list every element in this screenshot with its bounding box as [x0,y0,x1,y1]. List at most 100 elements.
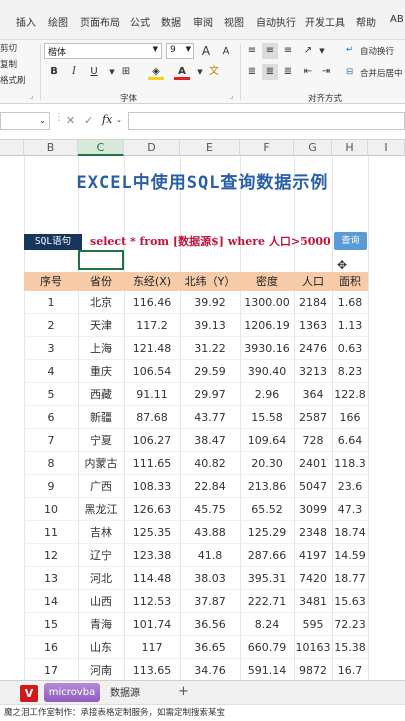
cell-area[interactable]: 16.7 [332,659,368,680]
cell-population[interactable]: 10163 [294,636,332,659]
font-color-icon[interactable]: A [174,64,190,80]
menu-draw[interactable]: 绘图 [48,14,68,29]
cell-population[interactable]: 5047 [294,475,332,498]
query-button[interactable]: 查询 [334,232,367,250]
cell-density[interactable]: 125.29 [240,521,294,544]
cell-longitude[interactable]: 113.65 [124,659,180,680]
cell-latitude[interactable]: 29.97 [180,383,240,406]
fill-color-icon[interactable]: ◈ [148,64,164,80]
cell-latitude[interactable]: 22.84 [180,475,240,498]
table-row[interactable]: 7 宁夏 106.27 38.47 109.64 728 6.64 [24,429,368,452]
cell-area[interactable]: 0.63 [332,337,368,360]
cell-population[interactable]: 2587 [294,406,332,429]
cell-latitude[interactable]: 31.22 [180,337,240,360]
table-row[interactable]: 6 新疆 87.68 43.77 15.58 2587 166 [24,406,368,429]
cell-latitude[interactable]: 38.03 [180,567,240,590]
cell-longitude[interactable]: 121.48 [124,337,180,360]
cell-density[interactable]: 65.52 [240,498,294,521]
cell-province[interactable]: 广西 [78,475,124,498]
merge-center-button[interactable]: 合并后居中 [360,67,403,79]
cell-area[interactable]: 1.13 [332,314,368,337]
cell-area[interactable]: 14.59 [332,544,368,567]
cell-longitude[interactable]: 126.63 [124,498,180,521]
cell-area[interactable]: 122.8 [332,383,368,406]
cell-province[interactable]: 吉林 [78,521,124,544]
copy-button[interactable]: 复制 [0,58,17,70]
cell-density[interactable]: 222.71 [240,590,294,613]
cell-province[interactable]: 河北 [78,567,124,590]
cell-index[interactable]: 2 [24,314,78,337]
column-header-i[interactable]: I [368,140,405,156]
shrink-font-icon[interactable]: A [218,44,234,60]
cell-density[interactable]: 390.40 [240,360,294,383]
cell-province[interactable]: 内蒙古 [78,452,124,475]
menu-review[interactable]: 审阅 [193,14,213,29]
cell-longitude[interactable]: 112.53 [124,590,180,613]
cell-longitude[interactable]: 114.48 [124,567,180,590]
cell-area[interactable]: 18.77 [332,567,368,590]
cell-density[interactable]: 591.14 [240,659,294,680]
grow-font-icon[interactable]: A [198,43,214,59]
cell-area[interactable]: 18.74 [332,521,368,544]
column-header-f[interactable]: F [240,140,294,156]
menu-data[interactable]: 数据 [161,14,181,29]
font-name-select[interactable]: 楷体 ▼ [44,43,162,59]
cell-latitude[interactable]: 45.75 [180,498,240,521]
cell-density[interactable]: 8.24 [240,613,294,636]
cell-latitude[interactable]: 41.8 [180,544,240,567]
table-row[interactable]: 3 上海 121.48 31.22 3930.16 2476 0.63 [24,337,368,360]
cell-population[interactable]: 1363 [294,314,332,337]
cell-latitude[interactable]: 39.13 [180,314,240,337]
table-row[interactable]: 1 北京 116.46 39.92 1300.00 2184 1.68 [24,291,368,314]
menu-help[interactable]: 帮助 [356,14,376,29]
sheet-tab-microvba[interactable]: microvba [44,683,100,702]
cell-index[interactable]: 14 [24,590,78,613]
merge-center-icon[interactable]: ⊟ [346,67,353,77]
cell-index[interactable]: 6 [24,406,78,429]
cell-province[interactable]: 宁夏 [78,429,124,452]
sheet-tab-datasource[interactable]: 数据源 [110,685,140,702]
cell-density[interactable]: 3930.16 [240,337,294,360]
cell-density[interactable]: 213.86 [240,475,294,498]
align-top-icon[interactable]: ≡ [244,43,260,59]
cell-area[interactable]: 166 [332,406,368,429]
cell-latitude[interactable]: 38.47 [180,429,240,452]
insert-function-icon[interactable]: fx [102,113,112,126]
decrease-indent-icon[interactable]: ⇤ [300,64,316,80]
cell-latitude[interactable]: 34.76 [180,659,240,680]
name-box[interactable]: ⌄ [0,112,50,130]
cell-province[interactable]: 山东 [78,636,124,659]
table-row[interactable]: 13 河北 114.48 38.03 395.31 7420 18.77 [24,567,368,590]
cell-longitude[interactable]: 116.46 [124,291,180,314]
cell-density[interactable]: 660.79 [240,636,294,659]
cell-density[interactable]: 15.58 [240,406,294,429]
cell-area[interactable]: 15.63 [332,590,368,613]
cell-province[interactable]: 辽宁 [78,544,124,567]
cell-index[interactable]: 16 [24,636,78,659]
cell-density[interactable]: 20.30 [240,452,294,475]
cell-longitude[interactable]: 108.33 [124,475,180,498]
table-row[interactable]: 2 天津 117.2 39.13 1206.19 1363 1.13 [24,314,368,337]
cell-population[interactable]: 3099 [294,498,332,521]
italic-button[interactable]: I [66,64,82,80]
cell-province[interactable]: 北京 [78,291,124,314]
column-header-b[interactable]: B [24,140,78,156]
cell-index[interactable]: 8 [24,452,78,475]
table-row[interactable]: 9 广西 108.33 22.84 213.86 5047 23.6 [24,475,368,498]
cell-area[interactable]: 15.38 [332,636,368,659]
cell-population[interactable]: 2401 [294,452,332,475]
select-all-corner[interactable] [0,140,24,156]
cell-latitude[interactable]: 36.56 [180,613,240,636]
cell-latitude[interactable]: 40.82 [180,452,240,475]
cell-longitude[interactable]: 111.65 [124,452,180,475]
font-launcher-icon[interactable]: ⌟ [230,92,233,100]
cell-population[interactable]: 3481 [294,590,332,613]
formula-input[interactable] [128,112,405,130]
cell-province[interactable]: 黑龙江 [78,498,124,521]
cell-longitude[interactable]: 117.2 [124,314,180,337]
cell-area[interactable]: 1.68 [332,291,368,314]
cell-population[interactable]: 9872 [294,659,332,680]
cell-latitude[interactable]: 43.88 [180,521,240,544]
cell-population[interactable]: 3213 [294,360,332,383]
borders-icon[interactable]: ⊞ [118,64,134,80]
